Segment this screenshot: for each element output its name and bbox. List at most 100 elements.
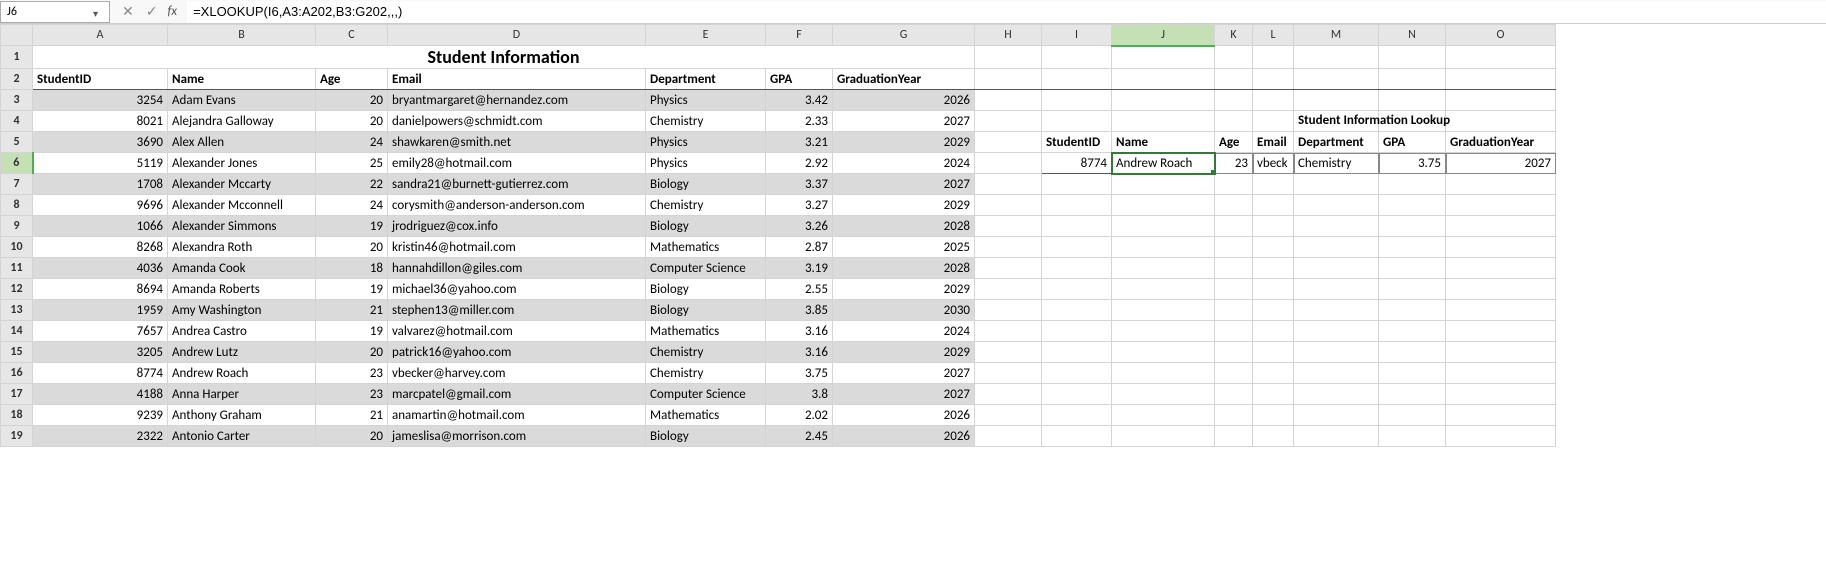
cell-N11[interactable]	[1379, 258, 1446, 279]
cell-H17[interactable]	[975, 384, 1042, 405]
cell-age-14[interactable]: 19	[316, 321, 388, 342]
cell-I14[interactable]	[1042, 321, 1112, 342]
cell-dept-10[interactable]: Mathematics	[646, 237, 766, 258]
cell-M18[interactable]	[1294, 405, 1379, 426]
cell-dept-7[interactable]: Biology	[646, 174, 766, 195]
cell-year-18[interactable]: 2026	[833, 405, 975, 426]
lookup-id[interactable]: 8774	[1042, 153, 1112, 174]
row-header-3[interactable]: 3	[1, 90, 33, 111]
cell-age-12[interactable]: 19	[316, 279, 388, 300]
cell-J14[interactable]	[1112, 321, 1215, 342]
cell-J4[interactable]	[1112, 111, 1215, 132]
lookup-h-age[interactable]: Age	[1215, 132, 1253, 153]
cell-K14[interactable]	[1215, 321, 1253, 342]
lookup-h-year[interactable]: GraduationYear	[1446, 132, 1556, 153]
cell-L15[interactable]	[1253, 342, 1294, 363]
cell-N17[interactable]	[1379, 384, 1446, 405]
row-header-9[interactable]: 9	[1, 216, 33, 237]
cell-K8[interactable]	[1215, 195, 1253, 216]
cell-K17[interactable]	[1215, 384, 1253, 405]
cell-H14[interactable]	[975, 321, 1042, 342]
cell-I1[interactable]	[1042, 46, 1112, 69]
accept-icon[interactable]: ✓	[140, 3, 164, 20]
cell-name-9[interactable]: Alexander Simmons	[168, 216, 316, 237]
lookup-gpa[interactable]: 3.75	[1379, 153, 1446, 174]
cell-K1[interactable]	[1215, 46, 1253, 69]
cell-L4[interactable]	[1253, 111, 1294, 132]
row-header-4[interactable]: 4	[1, 111, 33, 132]
cell-year-5[interactable]: 2029	[833, 132, 975, 153]
cell-K19[interactable]	[1215, 426, 1253, 447]
cell-J8[interactable]	[1112, 195, 1215, 216]
cell-M11[interactable]	[1294, 258, 1379, 279]
cell-N10[interactable]	[1379, 237, 1446, 258]
cell-I15[interactable]	[1042, 342, 1112, 363]
cell-I19[interactable]	[1042, 426, 1112, 447]
cell-O9[interactable]	[1446, 216, 1556, 237]
cell-N14[interactable]	[1379, 321, 1446, 342]
cell-name-14[interactable]: Andrea Castro	[168, 321, 316, 342]
cell-email-14[interactable]: valvarez@hotmail.com	[388, 321, 646, 342]
header-name[interactable]: Name	[168, 69, 316, 90]
row-header-19[interactable]: 19	[1, 426, 33, 447]
cell-K9[interactable]	[1215, 216, 1253, 237]
cell-J3[interactable]	[1112, 90, 1215, 111]
row-header-8[interactable]: 8	[1, 195, 33, 216]
cell-L17[interactable]	[1253, 384, 1294, 405]
cell-year-10[interactable]: 2025	[833, 237, 975, 258]
cell-name-6[interactable]: Alexander Jones	[168, 153, 316, 174]
cell-N18[interactable]	[1379, 405, 1446, 426]
cell-I3[interactable]	[1042, 90, 1112, 111]
cell-H11[interactable]	[975, 258, 1042, 279]
col-header-G[interactable]: G	[833, 25, 975, 46]
cell-K11[interactable]	[1215, 258, 1253, 279]
formula-input[interactable]	[187, 1, 1826, 23]
cell-K12[interactable]	[1215, 279, 1253, 300]
cell-N8[interactable]	[1379, 195, 1446, 216]
cell-name-19[interactable]: Antonio Carter	[168, 426, 316, 447]
lookup-age[interactable]: 23	[1215, 153, 1253, 174]
cell-dept-18[interactable]: Mathematics	[646, 405, 766, 426]
cell-dept-14[interactable]: Mathematics	[646, 321, 766, 342]
cell-age-6[interactable]: 25	[316, 153, 388, 174]
cell-gpa-15[interactable]: 3.16	[766, 342, 833, 363]
cell-L2[interactable]	[1253, 69, 1294, 90]
cell-id-9[interactable]: 1066	[33, 216, 168, 237]
cell-L7[interactable]	[1253, 174, 1294, 195]
col-header-M[interactable]: M	[1294, 25, 1379, 46]
col-header-K[interactable]: K	[1215, 25, 1253, 46]
cell-age-18[interactable]: 21	[316, 405, 388, 426]
cell-year-9[interactable]: 2028	[833, 216, 975, 237]
col-header-D[interactable]: D	[388, 25, 646, 46]
cell-H7[interactable]	[975, 174, 1042, 195]
cell-K3[interactable]	[1215, 90, 1253, 111]
cell-email-13[interactable]: stephen13@miller.com	[388, 300, 646, 321]
cell-year-12[interactable]: 2029	[833, 279, 975, 300]
cell-L10[interactable]	[1253, 237, 1294, 258]
cell-N3[interactable]	[1379, 90, 1446, 111]
cell-J2[interactable]	[1112, 69, 1215, 90]
cell-email-5[interactable]: shawkaren@smith.net	[388, 132, 646, 153]
cell-M13[interactable]	[1294, 300, 1379, 321]
cell-dept-12[interactable]: Biology	[646, 279, 766, 300]
cell-gpa-14[interactable]: 3.16	[766, 321, 833, 342]
cell-K2[interactable]	[1215, 69, 1253, 90]
cell-I18[interactable]	[1042, 405, 1112, 426]
cell-gpa-11[interactable]: 3.19	[766, 258, 833, 279]
col-header-B[interactable]: B	[168, 25, 316, 46]
col-header-A[interactable]: A	[33, 25, 168, 46]
cell-J11[interactable]	[1112, 258, 1215, 279]
col-header-F[interactable]: F	[766, 25, 833, 46]
cell-K13[interactable]	[1215, 300, 1253, 321]
cell-O2[interactable]	[1446, 69, 1556, 90]
cell-age-13[interactable]: 21	[316, 300, 388, 321]
cell-age-8[interactable]: 24	[316, 195, 388, 216]
cell-O8[interactable]	[1446, 195, 1556, 216]
cell-email-10[interactable]: kristin46@hotmail.com	[388, 237, 646, 258]
lookup-title[interactable]: Student Information Lookup	[1294, 111, 1379, 132]
cell-age-17[interactable]: 23	[316, 384, 388, 405]
row-header-14[interactable]: 14	[1, 321, 33, 342]
cell-age-7[interactable]: 22	[316, 174, 388, 195]
cell-L8[interactable]	[1253, 195, 1294, 216]
cell-J18[interactable]	[1112, 405, 1215, 426]
